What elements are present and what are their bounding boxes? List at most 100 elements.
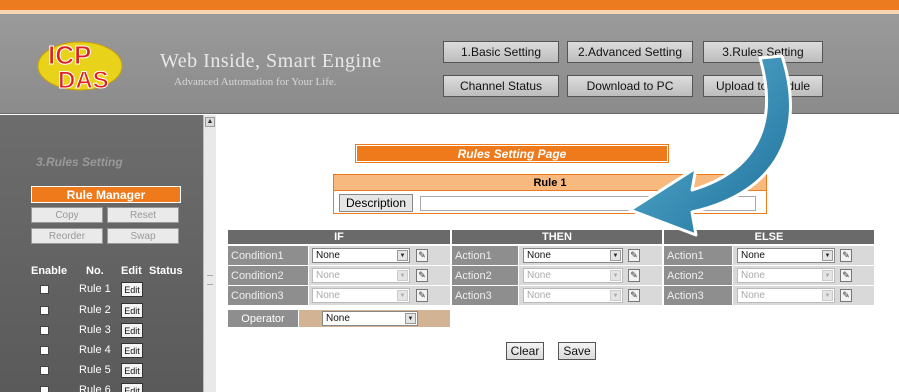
then-action-label: Action3 xyxy=(452,286,518,305)
reset-button[interactable]: Reset xyxy=(107,207,179,223)
pencil-icon[interactable]: ✎ xyxy=(628,289,640,302)
pencil-icon[interactable]: ✎ xyxy=(416,249,428,262)
rule-enable-checkbox[interactable] xyxy=(40,366,49,375)
then-action-select[interactable]: None ▼ xyxy=(523,248,623,263)
rule-edit-button[interactable]: Edit xyxy=(121,323,143,338)
else-action-value: None xyxy=(741,290,765,301)
pencil-icon[interactable]: ✎ xyxy=(628,249,640,262)
chevron-down-icon[interactable]: ▼ xyxy=(397,270,408,281)
pencil-icon[interactable]: ✎ xyxy=(840,289,852,302)
save-button[interactable]: Save xyxy=(558,342,596,360)
scroll-up-icon[interactable]: ▲ xyxy=(205,117,215,127)
then-action-value: None xyxy=(527,270,551,281)
operator-select[interactable]: None ▼ xyxy=(322,311,418,326)
condition-select[interactable]: None ▼ xyxy=(312,268,410,283)
else-action-value: None xyxy=(741,270,765,281)
chevron-down-icon[interactable]: ▼ xyxy=(397,250,408,261)
rule-label: Rule 3 xyxy=(79,324,111,336)
rule-label: Rule 6 xyxy=(79,384,111,392)
description-label: Description xyxy=(339,194,413,212)
description-input[interactable] xyxy=(420,196,756,211)
nav-upload-to-module-button[interactable]: Upload to Module xyxy=(703,75,823,97)
chevron-down-icon[interactable]: ▼ xyxy=(610,290,621,301)
rule-label: Rule 1 xyxy=(79,283,111,295)
rule-enable-checkbox[interactable] xyxy=(40,346,49,355)
then-action-value: None xyxy=(527,250,551,261)
condition-value: None xyxy=(316,290,340,301)
else-action-select[interactable]: None ▼ xyxy=(737,288,835,303)
scroll-grip-icon[interactable] xyxy=(207,275,213,285)
rule-manager-header: Rule Manager xyxy=(31,186,181,203)
else-action-label: Action3 xyxy=(664,286,732,305)
condition-value: None xyxy=(316,270,340,281)
pencil-icon[interactable]: ✎ xyxy=(628,269,640,282)
condition-label: Condition3 xyxy=(228,286,308,305)
chevron-down-icon[interactable]: ▼ xyxy=(610,270,621,281)
rule-enable-checkbox[interactable] xyxy=(40,326,49,335)
chevron-down-icon[interactable]: ▼ xyxy=(397,290,408,301)
then-action-select[interactable]: None ▼ xyxy=(523,288,623,303)
condition-label: Condition2 xyxy=(228,266,308,285)
subtagline: Advanced Automation for Your Life. xyxy=(174,76,337,88)
col-edit: Edit xyxy=(121,265,142,277)
nav-download-to-pc-button[interactable]: Download to PC xyxy=(567,75,693,97)
pencil-icon[interactable]: ✎ xyxy=(416,269,428,282)
chevron-down-icon[interactable]: ▼ xyxy=(610,250,621,261)
rule-row: Rule 2 Edit xyxy=(0,303,203,319)
logo-text-1: ICP xyxy=(48,40,91,70)
logo-text-2: DAS xyxy=(58,67,109,94)
reorder-button[interactable]: Reorder xyxy=(31,228,103,244)
else-action-label: Action1 xyxy=(664,246,732,265)
operator-value: None xyxy=(326,313,350,324)
rule-box: Rule 1 Description xyxy=(333,174,767,214)
rule-label: Rule 4 xyxy=(79,344,111,356)
then-action-select[interactable]: None ▼ xyxy=(523,268,623,283)
pencil-icon[interactable]: ✎ xyxy=(840,269,852,282)
rule-edit-button[interactable]: Edit xyxy=(121,383,143,392)
else-action-select[interactable]: None ▼ xyxy=(737,268,835,283)
else-action-select[interactable]: None ▼ xyxy=(737,248,835,263)
tagline: Web Inside, Smart Engine xyxy=(160,50,382,72)
then-section-header: THEN xyxy=(452,230,662,244)
pencil-icon[interactable]: ✎ xyxy=(840,249,852,262)
chevron-down-icon[interactable]: ▼ xyxy=(822,290,833,301)
rule-label: Rule 5 xyxy=(79,364,111,376)
pencil-icon[interactable]: ✎ xyxy=(416,289,428,302)
sidebar: 3.Rules Setting Rule Manager Copy Reset … xyxy=(0,115,203,392)
top-accent-bar xyxy=(0,0,899,10)
copy-button[interactable]: Copy xyxy=(31,207,103,223)
if-section-header: IF xyxy=(228,230,450,244)
chevron-down-icon[interactable]: ▼ xyxy=(822,270,833,281)
chevron-down-icon[interactable]: ▼ xyxy=(405,313,416,324)
nav-rules-setting-button[interactable]: 3.Rules Setting xyxy=(703,41,823,63)
nav-basic-setting-button[interactable]: 1.Basic Setting xyxy=(443,41,559,63)
nav-channel-status-button[interactable]: Channel Status xyxy=(443,75,559,97)
else-action-value: None xyxy=(741,250,765,261)
rule-enable-checkbox[interactable] xyxy=(40,285,49,294)
rule-row: Rule 1 Edit xyxy=(0,282,203,298)
swap-button[interactable]: Swap xyxy=(107,228,179,244)
rule-enable-checkbox[interactable] xyxy=(40,306,49,315)
rule-edit-button[interactable]: Edit xyxy=(121,282,143,297)
col-status: Status xyxy=(149,265,183,277)
rule-name: Rule 1 xyxy=(334,175,766,191)
sidebar-scrollbar[interactable]: ▲ xyxy=(203,115,216,392)
else-action-label: Action2 xyxy=(664,266,732,285)
clear-button[interactable]: Clear xyxy=(506,342,544,360)
nav-advanced-setting-button[interactable]: 2.Advanced Setting xyxy=(567,41,693,63)
rule-edit-button[interactable]: Edit xyxy=(121,343,143,358)
then-action-label: Action2 xyxy=(452,266,518,285)
app-window: ICP DAS Web Inside, Smart Engine Advance… xyxy=(0,0,899,392)
rule-edit-button[interactable]: Edit xyxy=(121,363,143,378)
rule-label: Rule 2 xyxy=(79,304,111,316)
condition-value: None xyxy=(316,250,340,261)
condition-select[interactable]: None ▼ xyxy=(312,248,410,263)
sidebar-title: 3.Rules Setting xyxy=(36,155,123,169)
header: ICP DAS Web Inside, Smart Engine Advance… xyxy=(0,14,899,114)
rule-row: Rule 5 Edit xyxy=(0,363,203,379)
rule-enable-checkbox[interactable] xyxy=(40,386,49,392)
page-title: Rules Setting Page xyxy=(355,144,669,163)
rule-edit-button[interactable]: Edit xyxy=(121,303,143,318)
chevron-down-icon[interactable]: ▼ xyxy=(822,250,833,261)
condition-select[interactable]: None ▼ xyxy=(312,288,410,303)
